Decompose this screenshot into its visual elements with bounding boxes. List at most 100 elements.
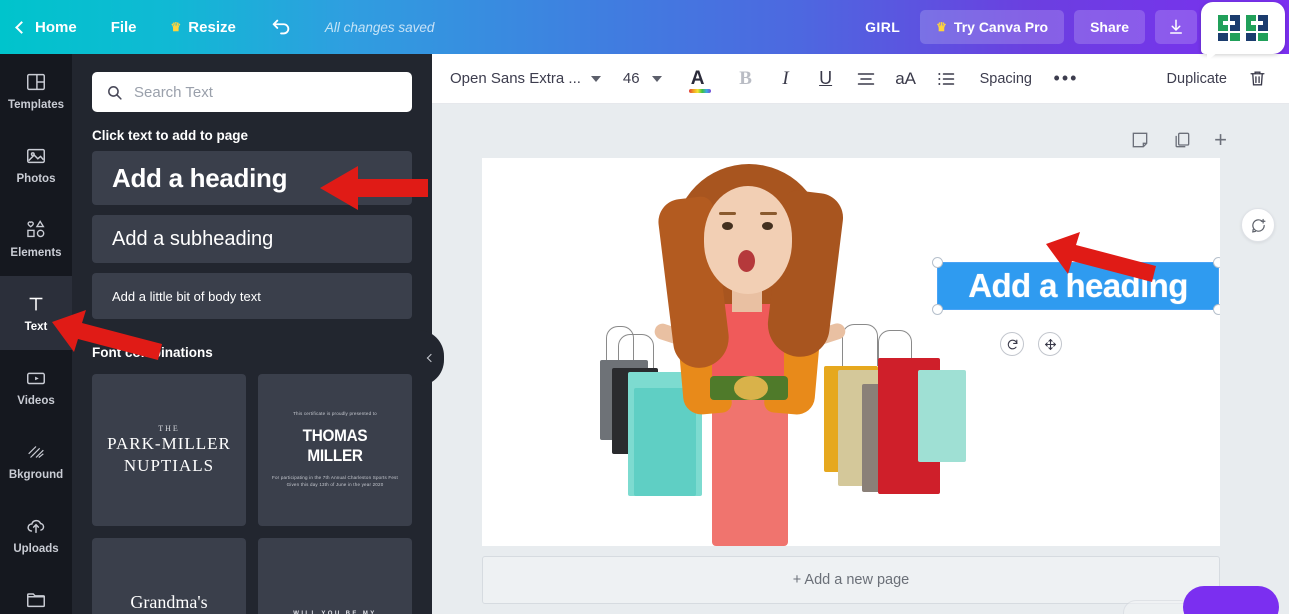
sidebar-item-templates[interactable]: Templates: [0, 54, 72, 128]
trash-icon: [1249, 71, 1265, 86]
more-options-button[interactable]: •••: [1046, 59, 1086, 99]
annotation-arrow-text-tab: [52, 310, 162, 360]
try-canva-pro-button[interactable]: ♛ Try Canva Pro: [920, 10, 1065, 44]
top-bar: Home File ♛ Resize All changes saved GIR…: [0, 0, 1289, 61]
share-label: Share: [1090, 19, 1129, 35]
resize-handle-bottom-left[interactable]: [932, 304, 943, 315]
delete-button[interactable]: [1237, 59, 1277, 99]
combo-line-2: THOMAS MILLER: [302, 426, 368, 466]
page-tools: +: [1130, 129, 1227, 151]
save-status: All changes saved: [324, 19, 435, 35]
bold-button[interactable]: B: [726, 59, 766, 99]
bullet-list-button[interactable]: [926, 59, 966, 99]
primary-fab[interactable]: [1183, 586, 1279, 614]
canva-editor: Home File ♛ Resize All changes saved GIR…: [0, 0, 1289, 614]
bullet-list-icon: [937, 72, 954, 85]
resize-button[interactable]: ♛ Resize: [154, 0, 253, 54]
home-button[interactable]: Home: [0, 0, 94, 54]
sidebar-item-photos[interactable]: Photos: [0, 128, 72, 202]
click-text-label: Click text to add to page: [92, 128, 249, 143]
add-new-page-label: + Add a new page: [792, 572, 910, 588]
add-page-icon[interactable]: +: [1214, 129, 1227, 151]
font-family-selector[interactable]: Open Sans Extra ...: [450, 70, 601, 87]
resize-handle-bottom-right[interactable]: [1213, 304, 1220, 315]
undo-button[interactable]: [253, 0, 309, 54]
add-comment-button[interactable]: [1241, 208, 1275, 242]
undo-icon: [272, 19, 290, 35]
combo-card[interactable]: Grandma's Special Herbs: [92, 538, 246, 614]
align-icon: [857, 72, 874, 85]
spacing-button[interactable]: Spacing: [966, 71, 1046, 87]
duplicate-button[interactable]: Duplicate: [1157, 71, 1237, 87]
case-label: aA: [895, 68, 916, 88]
move-handle-button[interactable]: [1038, 332, 1062, 356]
sidebar-item-label: Uploads: [13, 543, 59, 555]
figure-skirt: [712, 398, 788, 546]
font-color-icon: A: [688, 69, 711, 93]
align-button[interactable]: [846, 59, 886, 99]
combo-line-1: This certificate is proudly presented to: [293, 411, 377, 417]
notes-icon[interactable]: [1130, 130, 1150, 150]
sidebar-item-elements[interactable]: Elements: [0, 202, 72, 276]
underline-button[interactable]: U: [806, 59, 846, 99]
text-case-button[interactable]: aA: [886, 59, 926, 99]
add-subheading-card[interactable]: Add a subheading: [92, 215, 412, 263]
font-color-button[interactable]: A: [678, 59, 718, 99]
combo-card[interactable]: This certificate is proudly presented to…: [258, 374, 412, 526]
combo-line-2: PARK-MILLER: [107, 434, 231, 454]
file-menu-button[interactable]: File: [94, 0, 154, 54]
top-bar-left: Home File ♛ Resize All changes saved: [0, 0, 434, 54]
italic-label: I: [782, 67, 789, 89]
search-input[interactable]: [134, 83, 398, 101]
text-icon: [29, 297, 43, 311]
add-new-page-button[interactable]: + Add a new page: [482, 556, 1220, 604]
annotation-arrow-heading: [320, 166, 428, 210]
more-label: •••: [1053, 68, 1079, 89]
combo-line-1: THE: [158, 424, 180, 434]
add-comment-icon: [1251, 218, 1265, 233]
templates-icon: [27, 73, 45, 91]
element-handles: [1000, 332, 1062, 356]
font-combinations-grid: THE PARK-MILLER NUPTIALS This certificat…: [72, 368, 432, 614]
search-area: [72, 54, 432, 112]
sidebar-item-folders[interactable]: Folders: [0, 572, 72, 614]
download-button[interactable]: [1155, 10, 1197, 44]
chevron-down-icon: [590, 75, 601, 82]
combo-card[interactable]: THE PARK-MILLER NUPTIALS: [92, 374, 246, 526]
search-box[interactable]: [92, 72, 412, 112]
rotate-handle-button[interactable]: [1000, 332, 1024, 356]
combo-card[interactable]: WILL YOU BE MY: [258, 538, 412, 614]
crown-icon: ♛: [936, 20, 947, 34]
combo-line-3: For participating in the 7th Annual Char…: [272, 475, 398, 487]
resize-handle-top-right[interactable]: [1213, 257, 1220, 268]
rotate-handle-icon: [1007, 339, 1017, 349]
combo-line-1: Grandma's: [130, 592, 208, 613]
collapse-panel-chevron-icon: [426, 353, 436, 363]
crown-icon: ♛: [170, 20, 182, 34]
sidebar-item-bkground[interactable]: Bkground: [0, 424, 72, 498]
duplicate-page-icon[interactable]: [1172, 130, 1192, 150]
sidebar-item-label: Bkground: [8, 469, 64, 481]
download-icon: [1170, 19, 1182, 34]
home-label: Home: [35, 18, 77, 36]
italic-button[interactable]: I: [766, 59, 806, 99]
chevron-down-icon: [651, 75, 662, 82]
design-canvas[interactable]: Add a heading: [482, 158, 1220, 546]
sidebar-item-label: Text: [24, 321, 48, 333]
background-icon: [28, 446, 44, 458]
uploads-icon: [27, 519, 45, 534]
font-family-value: Open Sans Extra ...: [450, 70, 581, 87]
design-photo[interactable]: [562, 158, 982, 546]
design-title[interactable]: GIRL: [865, 19, 900, 35]
logo-mark-icon: [1218, 15, 1268, 41]
try-pro-label: Try Canva Pro: [953, 19, 1049, 35]
font-size-selector[interactable]: 46: [623, 70, 662, 87]
sidebar-item-uploads[interactable]: Uploads: [0, 498, 72, 572]
text-toolbar: Open Sans Extra ... 46 A B I U aA Spacin…: [432, 54, 1289, 104]
back-chevron-icon: [15, 20, 28, 34]
sidebar-item-label: Photos: [16, 173, 56, 185]
share-button[interactable]: Share: [1074, 10, 1145, 44]
font-size-value: 46: [622, 70, 640, 87]
combo-line-3: NUPTIALS: [123, 455, 215, 475]
resize-handle-top-left[interactable]: [932, 257, 943, 268]
